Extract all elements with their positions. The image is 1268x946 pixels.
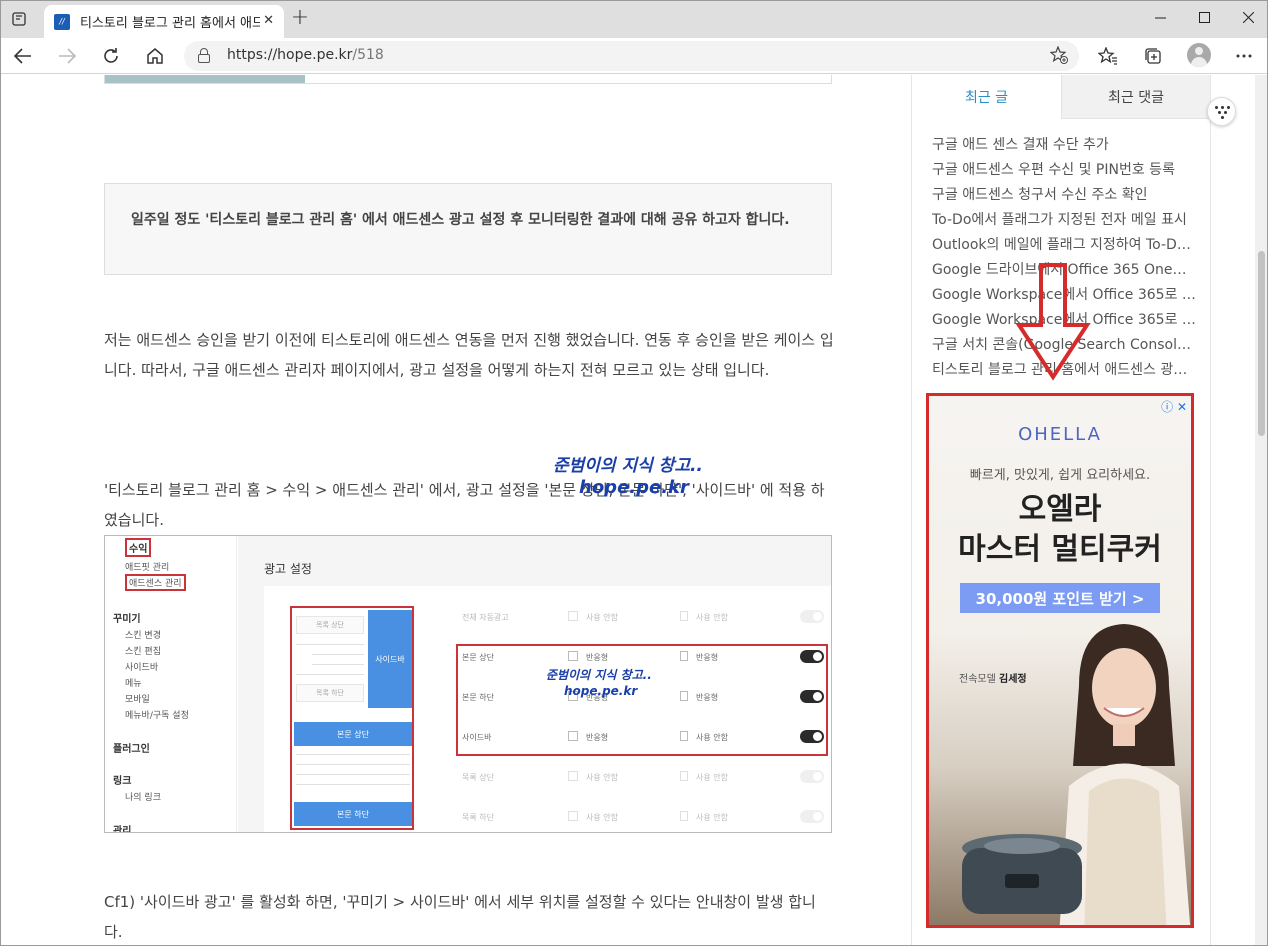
article-paragraph: '티스토리 블로그 관리 홈 > 수익 > 애드센스 관리' 에서, 광고 설정… (104, 481, 825, 529)
screenshot-menu-heading: 꾸미기 (113, 614, 141, 625)
screenshot-setting-row: 목록 하단 사용 안함 사용 안함 (460, 802, 831, 832)
address-bar[interactable]: https://hope.pe.kr/518 (184, 41, 1079, 71)
profile-icon[interactable] (1187, 43, 1211, 67)
screenshot-sidebar: 수익 애드핏 관리 애드센스 관리 꾸미기 스킨 변경 스킨 편집 사이드바 메… (105, 536, 237, 833)
screenshot-menu-heading: 관리 (113, 826, 132, 833)
recent-post-link[interactable]: 구글 애드 센스 결재 수단 추가 (932, 133, 1196, 158)
screenshot-menu-item: 스킨 변경 (125, 631, 161, 641)
ad-cta-button[interactable]: 30,000원 포인트 받기 > (960, 583, 1160, 613)
article-quote: 일주일 정도 '티스토리 블로그 관리 홈' 에서 애드센스 광고 설정 후 모… (104, 183, 832, 275)
vertical-scrollbar[interactable] (1255, 75, 1267, 945)
screenshot-title: 광고 설정 (264, 562, 312, 576)
back-icon[interactable] (9, 42, 37, 70)
screenshot-menu-item: 나의 링크 (125, 793, 161, 803)
collections-icon[interactable] (1141, 44, 1165, 68)
forward-icon[interactable] (53, 42, 81, 70)
screenshot-card: 목록 상단 목록 하단 사이드바 본문 상단 본문 하단 전체 자동광고 사용 … (264, 586, 831, 832)
ad-choices-icon[interactable]: ⓘ ✕ (1161, 398, 1187, 415)
article-paragraph: Cf1) '사이드바 광고' 를 활성화 하면, '꾸미기 > 사이드바' 에서… (104, 893, 816, 941)
tab-recent-comments[interactable]: 최근 댓글 (1061, 75, 1210, 119)
annotation-arrow-icon (1015, 263, 1091, 381)
tab-recent-posts[interactable]: 최근 글 (912, 75, 1061, 119)
screenshot-setting-row: 전체 자동광고 사용 안함 사용 안함 (460, 602, 831, 632)
more-icon[interactable] (1232, 44, 1256, 68)
screenshot-menu-item: 스킨 편집 (125, 647, 161, 657)
highlight-box (456, 644, 828, 756)
new-tab-icon[interactable]: + (288, 6, 312, 30)
screenshot-menu-heading: 링크 (113, 776, 132, 787)
toggle-switch (800, 610, 824, 623)
ad-brand-logo: OHELLA (1018, 424, 1102, 445)
more-menu-icon[interactable] (1207, 97, 1236, 126)
title-bar: // 티스토리 블로그 관리 홈에서 애드 ✕ + (1, 1, 1267, 38)
home-icon[interactable] (141, 42, 169, 70)
watermark-text: 준범이의 지식 창고.. (553, 456, 703, 476)
tab-title: 티스토리 블로그 관리 홈에서 애드 (80, 16, 260, 31)
screenshot-preview: 목록 상단 목록 하단 사이드바 본문 상단 본문 하단 (290, 606, 414, 830)
tab-active[interactable]: // 티스토리 블로그 관리 홈에서 애드 ✕ (44, 5, 284, 38)
screenshot-menu-item: 메뉴바/구독 설정 (125, 711, 189, 721)
maximize-icon[interactable] (1181, 1, 1227, 33)
screenshot-menu-revenue: 수익 (125, 538, 152, 557)
screenshot-menu-item: 사이드바 (125, 663, 159, 673)
watermark-url: hope.pe.kr (579, 477, 689, 498)
browser-window: // 티스토리 블로그 관리 홈에서 애드 ✕ + https://hope.p… (0, 0, 1268, 946)
preview-body-top: 본문 상단 (294, 722, 412, 746)
ad-model-credit: 전속모델 김세정 (959, 674, 1027, 685)
preview-list-bottom: 목록 하단 (296, 684, 364, 702)
screenshot-setting-row: 목록 상단 사용 안함 사용 안함 (460, 762, 831, 792)
page-viewport: 일주일 정도 '티스토리 블로그 관리 홈' 에서 애드센스 광고 설정 후 모… (1, 75, 1255, 945)
recent-post-link[interactable]: Outlook의 메일에 플래그 지정하여 To-Do에 표시 (932, 233, 1196, 258)
toggle-switch (800, 810, 824, 823)
tab-actions-icon[interactable] (7, 7, 31, 31)
lock-icon[interactable] (198, 48, 210, 63)
close-window-icon[interactable] (1225, 1, 1267, 33)
close-icon[interactable]: ✕ (263, 13, 274, 28)
screenshot-menu-item: 모바일 (125, 695, 150, 705)
preview-body-bottom: 본문 하단 (294, 802, 412, 826)
recent-post-link[interactable]: To-Do에서 플래그가 지정된 전자 메일 표시 (932, 208, 1196, 233)
recent-post-link[interactable]: 구글 애드센스 청구서 수신 주소 확인 (932, 183, 1196, 208)
article-image-bottom-edge (104, 75, 832, 84)
screenshot-menu-item: 메뉴 (125, 679, 142, 689)
article-screenshot: 수익 애드핏 관리 애드센스 관리 꾸미기 스킨 변경 스킨 편집 사이드바 메… (104, 535, 832, 833)
refresh-icon[interactable] (97, 42, 125, 70)
sidebar-ad[interactable]: ⓘ ✕ OHELLA 빠르게, 맛있게, 쉽게 요리하세요. 오엘라 마스터 멀… (926, 393, 1194, 928)
preview-list-top: 목록 상단 (296, 616, 364, 634)
favorites-icon[interactable] (1096, 44, 1120, 68)
preview-sidebar: 사이드바 (368, 610, 412, 708)
screenshot-menu-adsense: 애드센스 관리 (125, 574, 186, 591)
toggle-switch (800, 770, 824, 783)
address-toolbar: https://hope.pe.kr/518 (1, 38, 1267, 74)
ad-product-image (962, 834, 1082, 914)
ad-subtitle: 빠르게, 맛있게, 쉽게 요리하세요. (969, 468, 1151, 483)
article-paragraph: 저는 애드센스 승인을 받기 이전에 티스토리에 애드센스 연동을 먼저 진행 … (104, 331, 834, 379)
ad-headline: 오엘라 마스터 멀티쿠커 (958, 492, 1162, 567)
url-text[interactable]: https://hope.pe.kr/518 (227, 47, 384, 63)
add-favorite-icon[interactable] (1049, 45, 1068, 68)
screenshot-menu-item: 애드핏 관리 (125, 563, 170, 573)
screenshot-main: 광고 설정 목록 상단 목록 하단 사이드바 본문 상단 본문 하단 전체 자동… (238, 536, 831, 832)
watermark-text: 준범이의 지식 창고.. (546, 668, 652, 682)
scrollbar-thumb[interactable] (1258, 251, 1265, 436)
recent-post-link[interactable]: 구글 애드센스 우편 수신 및 PIN번호 등록 (932, 158, 1196, 183)
minimize-icon[interactable] (1137, 1, 1183, 33)
tab-favicon-icon: // (54, 13, 70, 30)
watermark-url: hope.pe.kr (564, 684, 638, 698)
screenshot-menu-heading: 플러그인 (113, 744, 150, 755)
